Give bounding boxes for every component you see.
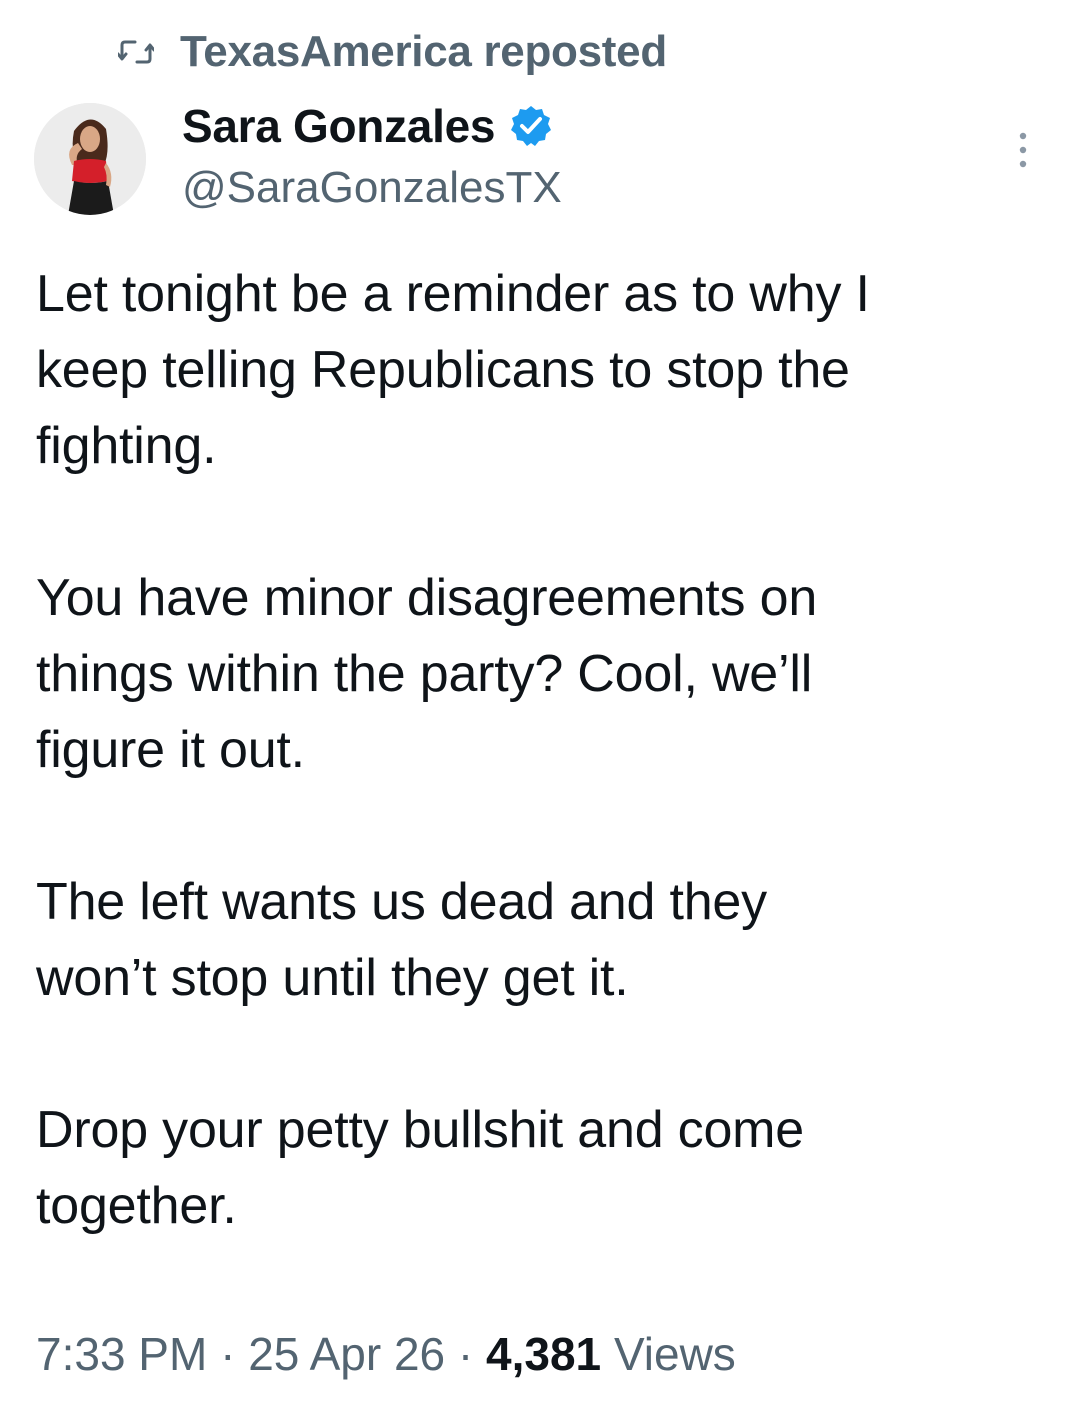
avatar[interactable] <box>34 103 146 215</box>
tweet-text: Let tonight be a reminder as to why I ke… <box>36 256 1056 1244</box>
tweet-time[interactable]: 7:33 PM <box>36 1328 207 1380</box>
views-count: 4,381 <box>486 1328 602 1380</box>
repost-label: TexasAmerica reposted <box>180 27 667 76</box>
views-label: Views <box>613 1328 736 1380</box>
author-handle[interactable]: @SaraGonzalesTX <box>182 160 562 216</box>
more-vertical-icon[interactable] <box>1010 128 1036 172</box>
verified-badge-icon <box>511 106 552 146</box>
tweet-paragraph: Drop your petty bullshit and come togeth… <box>36 1101 805 1235</box>
tweet-paragraph: Let tonight be a reminder as to why I ke… <box>36 265 870 475</box>
meta-separator: · <box>457 1328 474 1380</box>
repost-row[interactable]: TexasAmerica reposted <box>118 24 667 80</box>
repost-icon <box>118 40 154 64</box>
avatar-image <box>34 103 146 215</box>
tweet-paragraph: The left wants us dead and they won’t st… <box>36 873 767 1007</box>
tweet-date[interactable]: 25 Apr 26 <box>248 1328 445 1380</box>
display-name[interactable]: Sara Gonzales <box>182 99 495 153</box>
tweet-paragraph: You have minor disagreements on things w… <box>36 569 818 779</box>
meta-separator: · <box>220 1328 236 1380</box>
author-name-row[interactable]: Sara Gonzales <box>182 96 553 156</box>
tweet-meta-row: 7:33 PM · 25 Apr 26 · 4,381 Views <box>36 1322 736 1386</box>
